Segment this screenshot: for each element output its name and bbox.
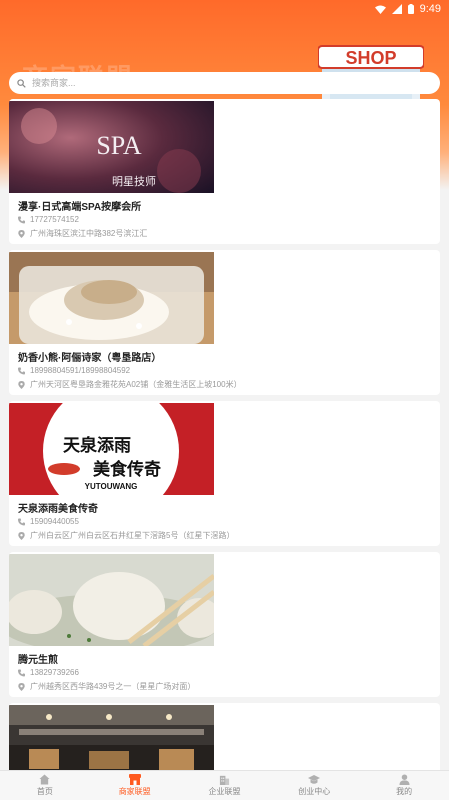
merchant-card[interactable]: SPA 明星技师 漫享·日式高端SPA按摩会所 17727574152 广州海珠… xyxy=(9,99,440,244)
search-bar[interactable] xyxy=(9,72,440,94)
tab-home[interactable]: 首页 xyxy=(0,771,90,800)
svg-text:天泉添雨: 天泉添雨 xyxy=(63,435,131,456)
tab-enterprise-alliance[interactable]: 企业联盟 xyxy=(180,771,270,800)
merchant-address: 广州越秀区西华路439号之一（星星广场对面） xyxy=(18,681,195,692)
store-icon xyxy=(128,774,141,785)
location-icon xyxy=(18,682,25,691)
merchant-name: 漫享·日式高端SPA按摩会所 xyxy=(18,202,142,213)
status-bar: 9:49 xyxy=(0,0,449,18)
svg-text:YUTOUWANG: YUTOUWANG xyxy=(85,482,138,491)
location-icon xyxy=(18,380,25,389)
phone-icon xyxy=(18,518,25,525)
location-icon xyxy=(18,229,25,238)
merchant-phone: 13829739266 xyxy=(18,668,79,677)
merchant-card[interactable]: 天泉添雨 美食传奇 YUTOUWANG 天泉添雨美食传奇 15909440055… xyxy=(9,401,440,546)
merchant-name: 奶香小熊·阿俪诗家（粤垦路店） xyxy=(18,353,162,364)
merchant-phone: 17727574152 xyxy=(18,215,79,224)
phone-icon xyxy=(18,367,25,374)
cap-icon xyxy=(308,775,321,784)
search-icon xyxy=(17,78,26,88)
merchant-list: SPA 明星技师 漫享·日式高端SPA按摩会所 17727574152 广州海珠… xyxy=(9,99,440,789)
home-icon xyxy=(39,774,50,785)
merchant-address: 广州天河区粤垦路金雅花苑A02铺（金雅生活区上坡100米） xyxy=(18,379,242,390)
merchant-thumbnail xyxy=(9,554,214,646)
merchant-address: 广州白云区广州白云区石井红星下滘路5号（红星下滘路） xyxy=(18,530,234,541)
tab-merchant-alliance[interactable]: 商家联盟 xyxy=(90,771,180,800)
tab-me[interactable]: 我的 xyxy=(359,771,449,800)
svg-text:明星技师: 明星技师 xyxy=(112,175,156,188)
phone-icon xyxy=(18,669,25,676)
merchant-address: 广州海珠区滨江中路382号滨江汇 xyxy=(18,228,147,239)
merchant-card[interactable]: 奶香小熊·阿俪诗家（粤垦路店） 18998804591/18998804592 … xyxy=(9,250,440,395)
svg-text:美食传奇: 美食传奇 xyxy=(93,459,161,480)
phone-icon xyxy=(18,216,25,223)
merchant-phone: 15909440055 xyxy=(18,517,79,526)
battery-icon xyxy=(407,4,414,14)
merchant-thumbnail: 天泉添雨 美食传奇 YUTOUWANG xyxy=(9,403,214,495)
svg-text:SPA: SPA xyxy=(96,131,142,160)
merchant-thumbnail: SPA 明星技师 xyxy=(9,101,214,193)
merchant-phone: 18998804591/18998804592 xyxy=(18,366,130,375)
building-icon xyxy=(219,775,230,785)
location-icon xyxy=(18,531,25,540)
user-icon xyxy=(399,774,410,785)
shop-sign-text: SHOP xyxy=(345,48,396,68)
merchant-name: 天泉添雨美食传奇 xyxy=(18,504,98,515)
merchant-thumbnail xyxy=(9,252,214,344)
merchant-name: 腾元生煎 xyxy=(18,655,58,666)
status-time: 9:49 xyxy=(419,3,441,15)
tab-startup-center[interactable]: 创业中心 xyxy=(269,771,359,800)
bottom-tab-bar: 首页 商家联盟 企业联盟 创业中心 我的 xyxy=(0,770,449,800)
search-input[interactable] xyxy=(32,78,440,88)
wifi-icon xyxy=(374,5,386,14)
signal-icon xyxy=(391,4,402,14)
merchant-card[interactable]: 腾元生煎 13829739266 广州越秀区西华路439号之一（星星广场对面） xyxy=(9,552,440,697)
